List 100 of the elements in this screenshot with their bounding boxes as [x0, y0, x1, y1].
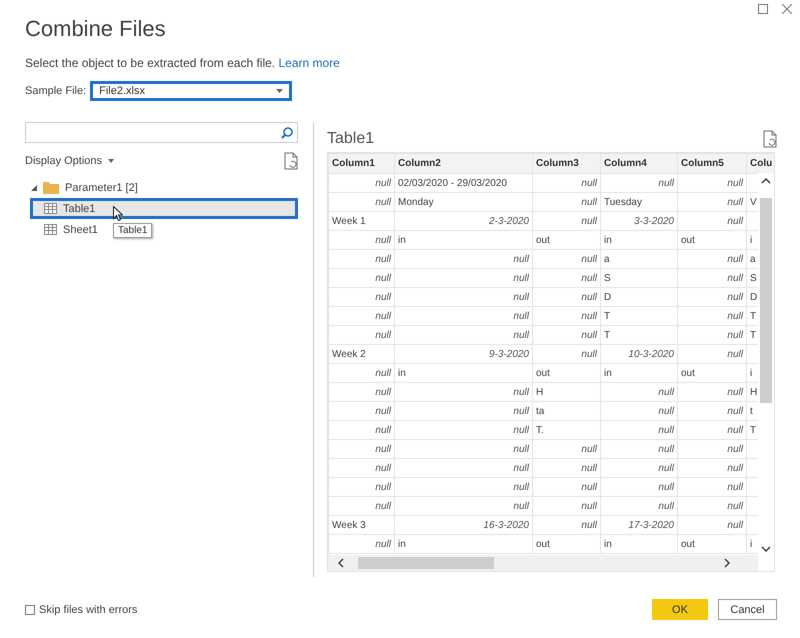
table-cell: 10-3-2020 — [600, 344, 678, 364]
table-cell: 9-3-2020 — [394, 344, 532, 364]
horizontal-scrollbar[interactable] — [328, 555, 758, 571]
folder-icon — [43, 181, 59, 194]
table-cell: null — [328, 458, 394, 478]
sample-file-dropdown[interactable]: File2.xlsx — [90, 81, 292, 101]
table-cell: 17-3-2020 — [600, 516, 678, 534]
tree-item[interactable]: Sheet1 — [63, 224, 98, 236]
table-cell: null — [532, 440, 600, 458]
table-cell: null — [532, 326, 600, 344]
table-cell: 2-3-2020 — [394, 212, 532, 230]
table-cell: null — [394, 382, 532, 402]
cancel-button[interactable]: Cancel — [718, 599, 777, 620]
table-cell: null — [678, 306, 746, 326]
table-cell: null — [328, 250, 394, 268]
table-cell: null — [600, 382, 678, 402]
column-header[interactable]: Colu — [746, 154, 774, 174]
scrollbar-thumb[interactable] — [760, 198, 772, 403]
table-cell: null — [678, 288, 746, 306]
column-header[interactable]: Column1 — [328, 154, 394, 174]
table-cell: null — [328, 306, 394, 326]
table-cell: out — [532, 364, 600, 382]
refresh-file-icon[interactable] — [284, 152, 298, 170]
table-cell: T. — [532, 420, 600, 440]
table-cell: in — [394, 534, 532, 554]
display-options-menu[interactable]: Display Options — [25, 155, 114, 167]
table-cell: null — [678, 344, 746, 364]
column-header[interactable]: Column2 — [394, 154, 532, 174]
cursor-icon — [113, 206, 123, 221]
table-cell: 02/03/2020 - 29/03/2020 — [394, 174, 532, 192]
table-cell: Week 3 — [328, 516, 394, 534]
expanded-caret-icon[interactable] — [31, 184, 37, 190]
scrollbar-thumb[interactable] — [358, 557, 494, 569]
table-cell: null — [678, 458, 746, 478]
skip-errors-checkbox[interactable]: Skip files with errors — [25, 604, 138, 616]
learn-more-link[interactable]: Learn more — [278, 56, 340, 70]
table-icon — [44, 203, 57, 214]
table-cell: null — [328, 364, 394, 382]
close-icon[interactable] — [782, 4, 792, 14]
table-cell: null — [532, 496, 600, 516]
table-cell: null — [678, 268, 746, 288]
table-icon — [44, 224, 57, 235]
search-icon — [281, 126, 293, 138]
vertical-scrollbar[interactable] — [758, 173, 774, 556]
table-cell: 3-3-2020 — [600, 212, 678, 230]
tree-item[interactable]: Table1 — [30, 198, 298, 219]
table-cell: null — [600, 478, 678, 496]
table-cell: null — [600, 496, 678, 516]
table-cell: out — [532, 534, 600, 554]
search-field[interactable] — [25, 122, 298, 143]
table-cell: null — [600, 174, 678, 192]
table-cell: null — [678, 496, 746, 516]
table-cell: in — [600, 364, 678, 382]
dropdown-caret-icon — [276, 89, 284, 93]
table-cell: out — [678, 230, 746, 250]
table-cell: null — [328, 402, 394, 420]
table-cell: null — [328, 420, 394, 440]
sample-file-label: Sample File: — [25, 85, 86, 97]
table-cell: null — [328, 174, 394, 192]
column-header[interactable]: Column4 — [600, 154, 678, 174]
table-cell: null — [532, 478, 600, 496]
table-cell: ta — [532, 402, 600, 420]
table-cell: null — [328, 382, 394, 402]
table-cell: null — [678, 478, 746, 496]
scroll-right-icon[interactable] — [724, 558, 730, 568]
table-cell: null — [532, 288, 600, 306]
table-cell: null — [600, 458, 678, 478]
table-cell: out — [678, 534, 746, 554]
table-cell: a — [600, 250, 678, 268]
table-cell: null — [328, 192, 394, 212]
scroll-left-icon[interactable] — [338, 558, 344, 568]
refresh-file-icon[interactable] — [763, 130, 777, 148]
preview-title: Table1 — [327, 130, 374, 148]
table-cell: null — [328, 268, 394, 288]
table-cell: null — [394, 440, 532, 458]
table-cell: null — [394, 250, 532, 268]
tree-item[interactable]: Parameter1 [2] — [65, 182, 138, 194]
table-cell: H — [532, 382, 600, 402]
table-cell: null — [328, 230, 394, 250]
table-cell: null — [532, 250, 600, 268]
table-cell: Week 2 — [328, 344, 394, 364]
scroll-up-icon[interactable] — [761, 178, 771, 184]
table-cell: Tuesday — [600, 192, 678, 212]
scroll-down-icon[interactable] — [761, 546, 771, 552]
maximize-icon[interactable] — [758, 4, 768, 14]
table-cell: null — [532, 268, 600, 288]
table-cell: Monday — [394, 192, 532, 212]
table-cell: null — [600, 440, 678, 458]
table-cell: null — [328, 478, 394, 496]
table-cell: in — [394, 230, 532, 250]
table-cell: in — [394, 364, 532, 382]
table-cell: null — [394, 288, 532, 306]
table-cell: null — [678, 516, 746, 534]
table-cell: null — [394, 326, 532, 344]
table-cell: null — [678, 420, 746, 440]
column-header[interactable]: Column5 — [678, 154, 746, 174]
table-cell: null — [394, 306, 532, 326]
table-cell: null — [678, 174, 746, 192]
column-header[interactable]: Column3 — [532, 154, 600, 174]
ok-button[interactable]: OK — [652, 599, 708, 620]
